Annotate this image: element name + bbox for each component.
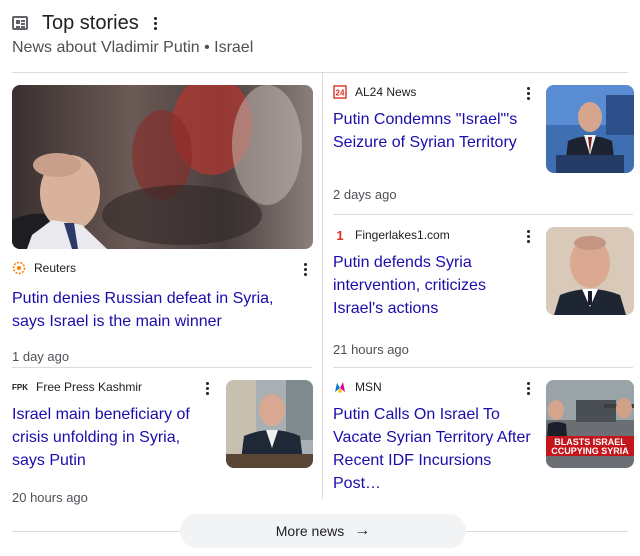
news-icon <box>12 16 28 30</box>
more-options-icon[interactable] <box>149 16 163 30</box>
reuters-logo-icon <box>12 261 26 275</box>
row-divider-right-1 <box>333 214 633 215</box>
footer-line-left <box>12 531 180 532</box>
story-thumbnail[interactable] <box>546 85 634 173</box>
story-source: 1 Fingerlakes1.com <box>333 227 538 243</box>
story-time: 2 days ago <box>333 187 397 202</box>
fpk-logo-icon: FPK <box>12 382 28 392</box>
story-source: Reuters <box>12 260 313 276</box>
story-image-large[interactable] <box>12 85 313 249</box>
story-source: 24 AL24 News <box>333 84 538 100</box>
top-stories-header: Top stories <box>12 8 628 38</box>
story-options-icon[interactable] <box>521 230 535 243</box>
story-options-icon[interactable] <box>200 382 214 395</box>
source-name: Free Press Kashmir <box>36 380 143 394</box>
row-divider-left <box>12 367 312 368</box>
story-card-1[interactable]: Reuters Putin denies Russian defeat in S… <box>12 260 313 364</box>
story-thumbnail[interactable] <box>546 227 634 315</box>
story-card-4[interactable]: FPK Free Press Kashmir Israel main benef… <box>12 379 217 505</box>
story-headline[interactable]: Putin Calls On Israel To Vacate Syrian T… <box>333 403 538 495</box>
story-headline[interactable]: Putin Condemns "Israel"'s Seizure of Syr… <box>333 108 533 154</box>
more-news-label: More news <box>275 523 345 539</box>
story-headline[interactable]: Putin denies Russian defeat in Syria, sa… <box>12 287 307 333</box>
putin-podium-photo <box>546 85 634 173</box>
story-options-icon[interactable] <box>521 382 535 395</box>
putin-photo <box>12 85 313 249</box>
row-divider-right-2 <box>333 367 633 368</box>
footer-line-right <box>466 531 628 532</box>
svg-text:24: 24 <box>336 89 345 98</box>
thumb-text-line-2: CCUPYING SYRIA <box>551 446 629 456</box>
story-time: 20 hours ago <box>12 490 88 505</box>
story-options-icon[interactable] <box>521 87 535 100</box>
story-source: MSN <box>333 379 538 395</box>
section-subtitle: News about Vladimir Putin • Israel <box>12 39 254 56</box>
story-source: FPK Free Press Kashmir <box>12 379 217 395</box>
column-divider <box>322 73 323 499</box>
story-headline[interactable]: Putin defends Syria intervention, critic… <box>333 251 538 320</box>
tank-banner-photo: BLASTS ISRAEL CCUPYING SYRIA <box>546 380 634 468</box>
fingerlakes-logo-icon: 1 <box>336 227 344 243</box>
header-divider <box>12 72 628 73</box>
story-card-2[interactable]: 24 AL24 News Putin Condemns "Israel"'s S… <box>333 84 538 202</box>
source-name: MSN <box>355 380 382 394</box>
story-options-icon[interactable] <box>298 263 312 276</box>
more-news-button[interactable]: More news → <box>180 514 466 548</box>
section-title: Top stories <box>42 11 139 34</box>
al24-logo-icon: 24 <box>333 85 347 99</box>
source-name: AL24 News <box>355 85 417 99</box>
msn-logo-icon <box>333 380 347 394</box>
source-name: Fingerlakes1.com <box>355 228 450 242</box>
story-headline[interactable]: Israel main beneficiary of crisis unfold… <box>12 403 217 472</box>
story-thumbnail[interactable] <box>226 380 313 468</box>
story-card-3[interactable]: 1 Fingerlakes1.com Putin defends Syria i… <box>333 227 538 358</box>
story-time: 21 hours ago <box>333 342 409 357</box>
story-card-5[interactable]: MSN Putin Calls On Israel To Vacate Syri… <box>333 379 538 528</box>
putin-desk-photo <box>226 380 313 468</box>
story-time: 1 day ago <box>12 349 70 364</box>
arrow-right-icon: → <box>354 522 371 539</box>
putin-portrait-photo <box>546 227 634 315</box>
source-name: Reuters <box>34 261 77 275</box>
story-thumbnail[interactable]: BLASTS ISRAEL CCUPYING SYRIA <box>546 380 634 468</box>
